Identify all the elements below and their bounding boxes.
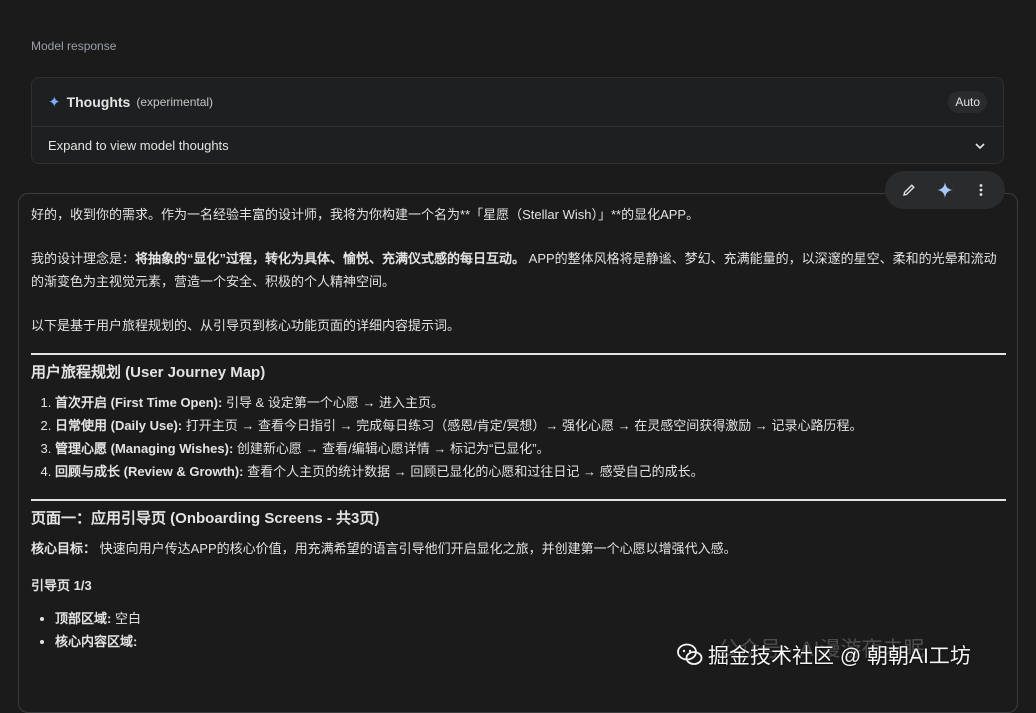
sparkle-icon[interactable] (932, 177, 958, 203)
sparkle-icon: ✦ (48, 94, 61, 111)
thoughts-panel: ✦ Thoughts (experimental) Auto Expand to… (31, 77, 1004, 164)
list-item: 日常使用 (Daily Use): 打开主页 → 查看今日指引 → 完成每日练习… (55, 414, 1006, 437)
list-item-bold: 顶部区域: (55, 611, 112, 626)
expand-thoughts-button[interactable]: Expand to view model thoughts (32, 127, 1003, 164)
journey-list: 首次开启 (First Time Open): 引导 & 设定第一个心愿 → 进… (31, 391, 1006, 483)
goal-label: 核心目标： (31, 541, 97, 556)
onboarding-subheading: 引导页 1/3 (31, 578, 92, 593)
list-item-text: 查看个人主页的统计数据 → 回顾已显化的心愿和过往日记 → 感受自己的成长。 (243, 464, 704, 479)
design-concept-paragraph: 我的设计理念是：将抽象的“显化”过程，转化为具体、愉悦、充满仪式感的每日互动。 … (31, 247, 1006, 293)
list-item-text: 空白 (111, 611, 141, 626)
more-vert-icon[interactable] (968, 177, 994, 203)
list-item: 首次开启 (First Time Open): 引导 & 设定第一个心愿 → 进… (55, 391, 1006, 414)
section-label: Model response (31, 39, 117, 53)
thoughts-title: Thoughts (66, 94, 131, 110)
list-item-bold: 回顾与成长 (Review & Growth): (55, 464, 244, 479)
thoughts-header[interactable]: ✦ Thoughts (experimental) Auto (32, 78, 1003, 127)
list-item-bold: 日常使用 (Daily Use): (55, 418, 183, 433)
watermark-text: 掘金技术社区 @ 朝朝AI工坊 (708, 645, 971, 668)
wechat-icon (677, 643, 703, 665)
list-item: 回顾与成长 (Review & Growth): 查看个人主页的统计数据 → 回… (55, 460, 1006, 483)
list-item-bold: 首次开启 (First Time Open): (55, 395, 223, 410)
overview-paragraph: 以下是基于用户旅程规划的、从引导页到核心功能页面的详细内容提示词。 (31, 318, 461, 333)
list-item: 顶部区域: 空白 (55, 607, 1006, 630)
divider (31, 499, 1006, 501)
expand-thoughts-label: Expand to view model thoughts (48, 138, 229, 153)
edit-pencil-icon[interactable] (896, 177, 922, 203)
response-content: 好的，收到你的需求。作为一名经验丰富的设计师，我将为你构建一个名为**「星愿（S… (31, 203, 1006, 653)
thoughts-subtitle: (experimental) (136, 95, 214, 109)
page1-heading: 页面一：应用引导页 (Onboarding Screens - 共3页) (31, 510, 380, 527)
intro-paragraph: 好的，收到你的需求。作为一名经验丰富的设计师，我将为你构建一个名为**「星愿（S… (31, 207, 700, 222)
watermark: 掘金技术社区 @ 朝朝AI工坊 (676, 640, 971, 670)
list-item-text: 创建新心愿 → 查看/编辑心愿详情 → 标记为“已显化”。 (233, 441, 550, 456)
goal-text: 快速向用户传达APP的核心价值，用充满希望的语言引导他们开启显化之旅，并创建第一… (96, 541, 737, 556)
chevron-down-icon (975, 142, 985, 149)
divider (31, 353, 1006, 355)
concept-bold: 将抽象的“显化”过程，转化为具体、愉悦、充满仪式感的每日互动。 (135, 251, 526, 266)
list-item-text: 打开主页 → 查看今日指引 → 完成每日练习（感恩/肯定/冥想）→ 强化心愿 →… (182, 418, 863, 433)
auto-badge[interactable]: Auto (948, 91, 987, 113)
goal-paragraph: 核心目标： 快速向用户传达APP的核心价值，用充满希望的语言引导他们开启显化之旅… (31, 537, 1006, 560)
list-item: 管理心愿 (Managing Wishes): 创建新心愿 → 查看/编辑心愿详… (55, 437, 1006, 460)
concept-prefix: 我的设计理念是： (31, 251, 136, 266)
list-item-bold: 管理心愿 (Managing Wishes): (55, 441, 234, 456)
journey-heading: 用户旅程规划 (User Journey Map) (31, 364, 266, 381)
list-item-text: 引导 & 设定第一个心愿 → 进入主页。 (222, 395, 445, 410)
list-item-bold: 核心内容区域: (55, 634, 138, 649)
